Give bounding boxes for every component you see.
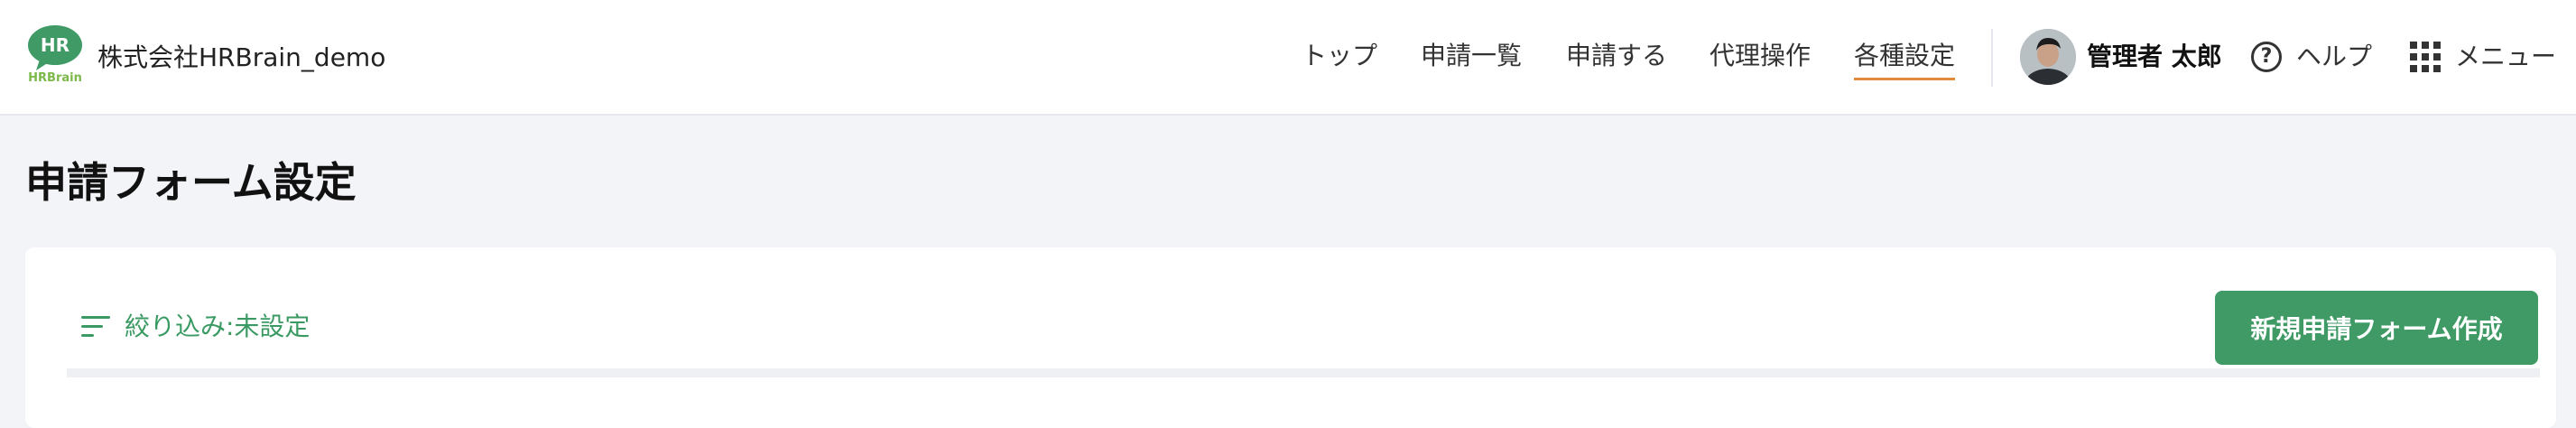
nav-request-list[interactable]: 申請一覧 xyxy=(1421,36,1522,78)
create-form-button[interactable]: 新規申請フォーム作成 xyxy=(2215,291,2538,365)
table-header-edge xyxy=(67,368,2540,377)
grid-icon xyxy=(2410,42,2441,72)
company-name: 株式会社HRBrain_demo xyxy=(97,42,386,72)
nav-settings[interactable]: 各種設定 xyxy=(1854,36,1956,80)
form-list-card: 絞り込み:未設定 新規申請フォーム作成 xyxy=(25,247,2556,428)
filter-label: 絞り込み:未設定 xyxy=(125,312,310,341)
user-name[interactable]: 管理者 太郎 xyxy=(2087,39,2222,75)
hrbrain-logo[interactable]: HR HRBrain xyxy=(25,23,85,83)
nav-top[interactable]: トップ xyxy=(1302,36,1377,78)
logo-brand-text: HRBrain xyxy=(28,71,82,83)
filter-lines-icon xyxy=(81,314,112,340)
filter-toggle[interactable]: 絞り込み:未設定 xyxy=(81,309,310,345)
page-title: 申請フォーム設定 xyxy=(25,158,357,207)
logo-text: HR xyxy=(41,34,69,56)
top-header: HR HRBrain 株式会社HRBrain_demo トップ 申請一覧 申請す… xyxy=(0,0,2576,116)
header-divider xyxy=(1991,29,1993,87)
user-avatar[interactable] xyxy=(2020,29,2076,85)
nav-proxy-operation[interactable]: 代理操作 xyxy=(1710,36,1811,78)
help-button[interactable]: ? ヘルプ xyxy=(2251,36,2372,78)
question-circle-icon: ? xyxy=(2251,42,2282,72)
menu-button[interactable]: メニュー xyxy=(2410,36,2556,78)
menu-label: メニュー xyxy=(2455,42,2557,71)
help-label: ヘルプ xyxy=(2296,42,2373,71)
user-avatar-photo xyxy=(2020,29,2076,85)
nav-make-request[interactable]: 申請する xyxy=(1566,36,1667,78)
